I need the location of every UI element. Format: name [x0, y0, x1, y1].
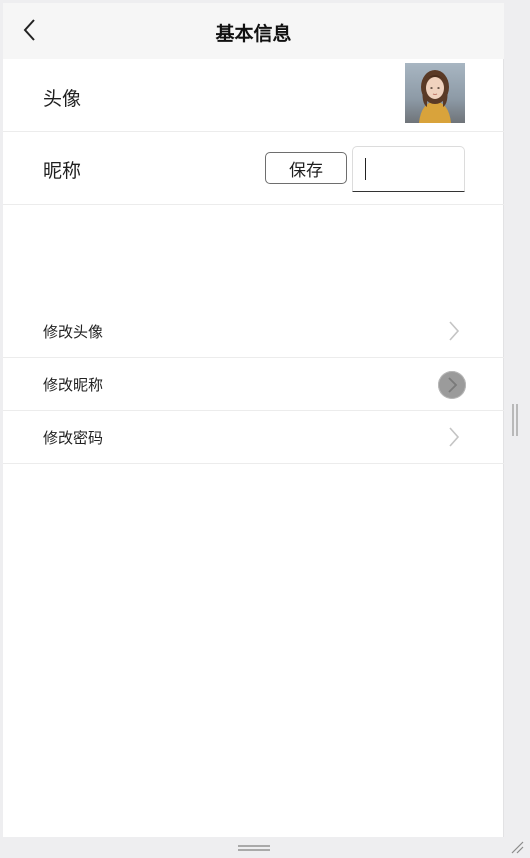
avatar-row[interactable]: 头像: [3, 59, 504, 132]
chevron-right-icon: [449, 427, 460, 447]
page-title: 基本信息: [215, 23, 292, 45]
menu-item-label: 修改昵称: [43, 376, 104, 394]
chevron-right-icon: [449, 321, 460, 341]
text-caret: [365, 158, 366, 180]
chevron-right-circle-icon: [438, 371, 466, 399]
nickname-input[interactable]: [352, 146, 465, 192]
app-frame: 基本信息 头像 昵称 保存 修改头像 修改昵称 修改密码: [3, 3, 504, 837]
nickname-label: 昵称: [43, 160, 82, 182]
menu-item-change-nickname[interactable]: 修改昵称: [3, 358, 504, 411]
bottom-drag-handle[interactable]: [238, 845, 270, 853]
avatar-image: [405, 63, 465, 123]
save-button[interactable]: 保存: [265, 152, 347, 184]
resize-grip-icon[interactable]: [510, 840, 524, 854]
menu-item-change-password[interactable]: 修改密码: [3, 411, 504, 464]
menu-item-change-avatar[interactable]: 修改头像: [3, 305, 504, 358]
side-drag-handle[interactable]: [512, 404, 518, 436]
nickname-row: 昵称 保存: [3, 132, 504, 205]
menu-item-label: 修改密码: [43, 429, 104, 447]
avatar-label: 头像: [43, 88, 82, 110]
avatar[interactable]: [405, 63, 465, 123]
menu-item-label: 修改头像: [43, 323, 104, 341]
header-bar: 基本信息: [3, 3, 504, 59]
